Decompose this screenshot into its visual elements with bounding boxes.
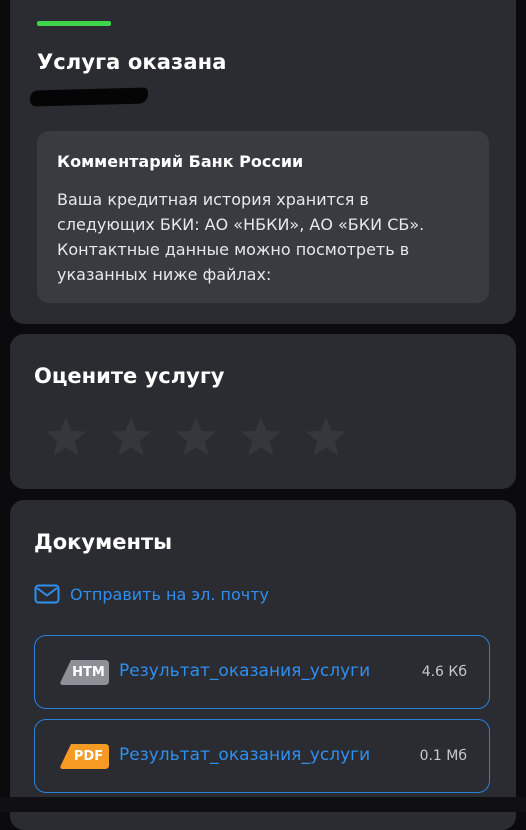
document-item-htm[interactable]: HTM Результат_оказания_услуги 4.6 Кб [34,635,490,709]
status-accent-bar [37,21,111,26]
star-3-icon[interactable] [173,414,219,460]
document-name: Результат_оказания_услуги [119,661,371,681]
service-status-card: Услуга оказана Комментарий Банк России В… [10,0,516,324]
document-item-pdf[interactable]: PDF Результат_оказания_услуги 0.1 Мб [34,719,490,793]
status-title: Услуга оказана [37,50,227,74]
rating-title: Оцените услугу [34,364,225,388]
star-1-icon[interactable] [43,414,89,460]
htm-badge-label: HTM [72,665,105,680]
documents-title: Документы [34,530,173,554]
send-email-label: Отправить на эл. почту [70,584,270,604]
comment-text: Ваша кредитная история хранится в следую… [57,190,425,284]
bottom-bar [0,797,526,812]
redacted-text [29,87,149,107]
rating-card: Оцените услугу [10,334,516,489]
document-name: Результат_оказания_услуги [119,745,371,765]
send-email-link[interactable]: Отправить на эл. почту [34,584,269,604]
document-size: 0.1 Мб [419,748,467,764]
pdf-file-icon: PDF [59,744,109,769]
pdf-badge-label: PDF [73,749,104,764]
star-5-icon[interactable] [303,414,349,460]
comment-box: Комментарий Банк России Ваша кредитная и… [37,131,489,303]
documents-card: Документы Отправить на эл. почту HTM Рез… [10,500,516,830]
mail-icon [34,584,60,604]
star-2-icon[interactable] [108,414,154,460]
document-size: 4.6 Кб [421,664,467,680]
rating-stars [43,414,349,460]
star-4-icon[interactable] [238,414,284,460]
htm-file-icon: HTM [59,660,109,685]
comment-title: Комментарий Банк России [57,152,304,171]
